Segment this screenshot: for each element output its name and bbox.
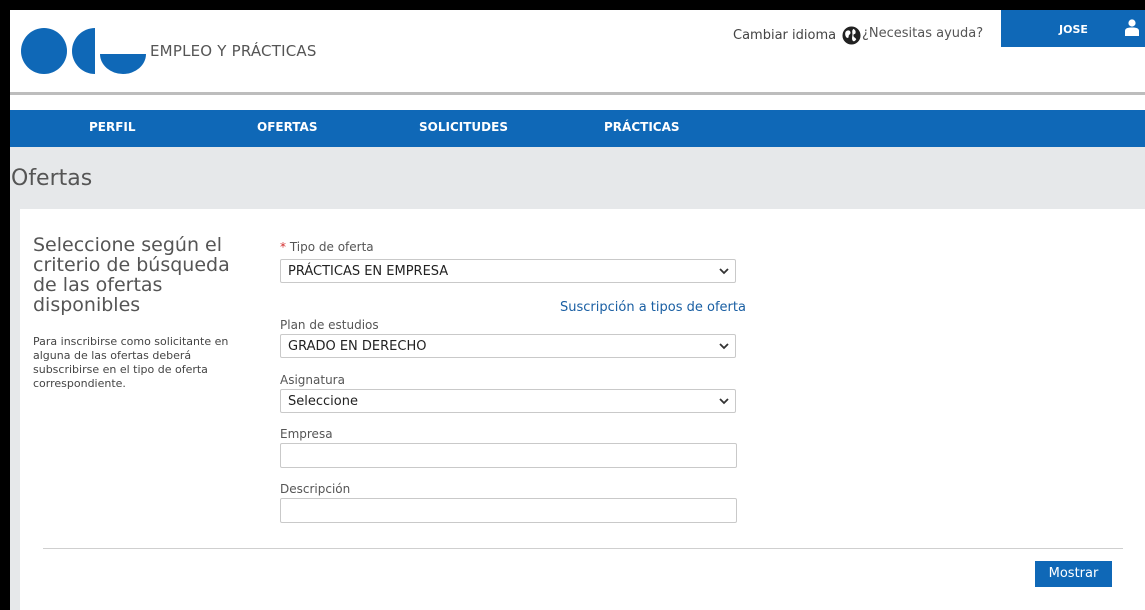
window-frame-left [0,0,10,610]
change-language-link[interactable]: Cambiar idioma [733,26,861,45]
nav-item-ofertas[interactable]: OFERTAS [257,120,317,134]
subscription-link[interactable]: Suscripción a tipos de oferta [560,300,746,315]
study-plan-label: Plan de estudios [280,318,379,332]
nav-item-perfil[interactable]: PERFIL [89,120,136,134]
subject-label: Asignatura [280,373,345,387]
company-input[interactable] [280,443,737,468]
user-name: JOSE [1059,23,1088,36]
required-mark: * [280,240,286,254]
nav-item-practicas[interactable]: PRÁCTICAS [604,120,680,134]
nav-item-solicitudes[interactable]: SOLICITUDES [419,120,508,134]
logo[interactable] [21,28,146,74]
chevron-down-icon [719,268,729,275]
chevron-down-icon [719,398,729,405]
description-label: Descripción [280,482,351,496]
brand-name: EMPLEO Y PRÁCTICAS [150,42,317,60]
offer-type-value: PRÁCTICAS EN EMPRESA [288,264,449,279]
study-plan-select[interactable]: GRADO EN DERECHO [280,334,736,358]
company-label: Empresa [280,427,333,441]
offer-type-label-text: Tipo de oferta [289,240,374,254]
main-nav: PERFIL OFERTAS SOLICITUDES PRÁCTICAS [10,110,1145,147]
page-title: Ofertas [11,166,93,191]
form-divider [43,548,1123,549]
subject-select[interactable]: Seleccione [280,389,736,413]
intro-description: Para inscribirse como solicitante en alg… [33,335,229,390]
offer-type-select[interactable]: PRÁCTICAS EN EMPRESA [280,259,736,283]
window-frame-top [0,0,1145,10]
header-gap [10,95,1145,110]
side-band [10,209,20,610]
globe-icon [842,26,861,45]
chevron-down-icon [719,343,729,350]
show-button[interactable]: Mostrar [1035,561,1112,587]
intro-heading: Seleccione según el criterio de búsqueda… [33,234,230,316]
title-band [10,147,1145,209]
user-icon [1125,19,1139,36]
study-plan-value: GRADO EN DERECHO [288,339,427,354]
subject-value: Seleccione [288,394,358,409]
change-language-label: Cambiar idioma [733,28,837,43]
help-link[interactable]: ¿Necesitas ayuda? [862,26,983,41]
offer-type-label: * Tipo de oferta [280,240,374,254]
user-menu[interactable]: JOSE [1001,10,1145,47]
description-input[interactable] [280,498,737,523]
